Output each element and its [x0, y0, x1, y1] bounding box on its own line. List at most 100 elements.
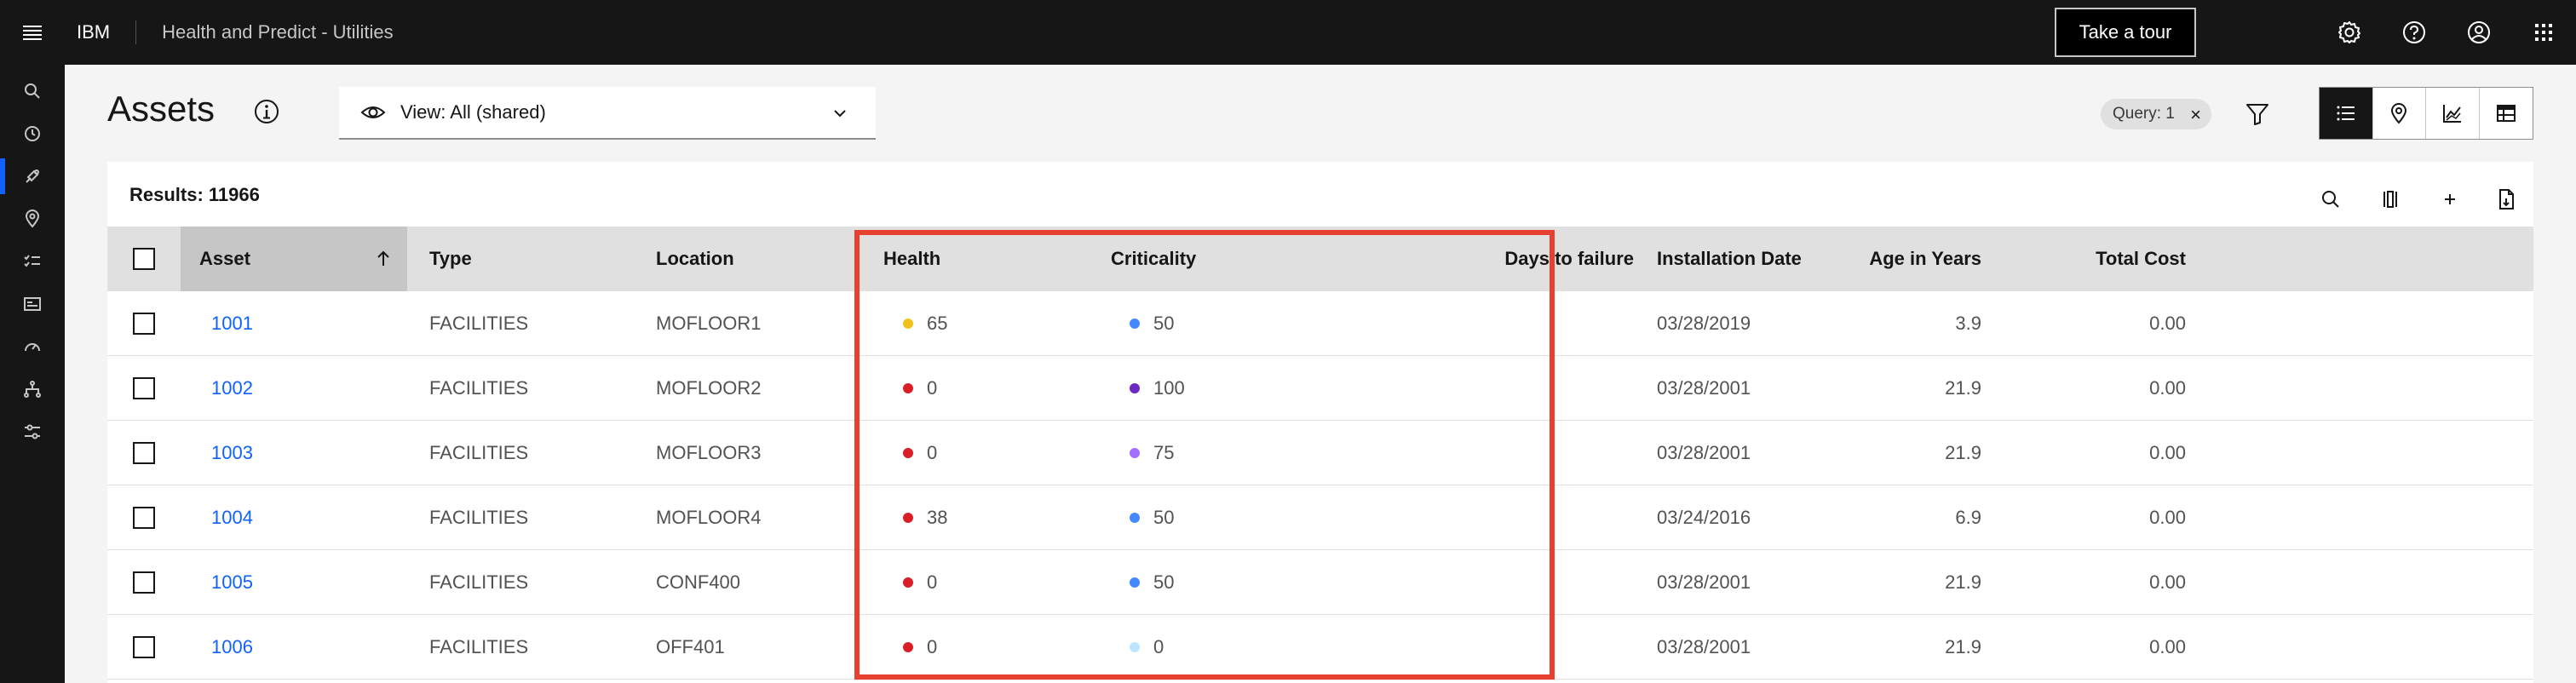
asset-link[interactable]: 1001 [211, 291, 253, 356]
cost-cell: 0.00 [2149, 571, 2186, 593]
installation-date-cell: 03/28/2001 [1657, 377, 1751, 399]
help-button[interactable] [2382, 0, 2447, 65]
nav-recent[interactable] [0, 112, 65, 155]
table-row[interactable]: 1003 FACILITIES MOFLOOR3 0 75 03/28/2001… [107, 421, 2533, 485]
list-view-button[interactable] [2320, 88, 2373, 139]
add-asset-button[interactable] [2424, 174, 2475, 225]
column-header-installation-date[interactable]: Installation Date [1570, 227, 1802, 291]
cost-cell: 0.00 [2149, 442, 2186, 463]
nav-search[interactable] [0, 70, 65, 112]
asset-link[interactable]: 1003 [211, 421, 253, 485]
nav-hierarchy[interactable] [0, 368, 65, 410]
criticality-cell: 50 [1130, 485, 1174, 550]
location-cell: CONF400 [656, 571, 741, 593]
settings-button[interactable] [2317, 0, 2382, 65]
criticality-value: 50 [1153, 313, 1175, 334]
view-dropdown[interactable]: View: All (shared) [339, 87, 876, 140]
health-cell: 0 [903, 421, 937, 485]
table-search-button[interactable] [2305, 174, 2356, 225]
criticality-value: 100 [1153, 377, 1185, 399]
help-icon [2403, 21, 2425, 43]
top-header: IBM Health and Predict - Utilities Take … [0, 0, 2576, 65]
column-asset-label: Asset [199, 248, 250, 269]
hamburger-icon [23, 26, 42, 40]
criticality-cell: 75 [1130, 421, 1174, 485]
column-header-asset[interactable]: Asset [181, 227, 407, 291]
nav-tasks[interactable] [0, 240, 65, 283]
take-tour-button[interactable]: Take a tour [2055, 8, 2196, 57]
location-cell: OFF401 [656, 636, 725, 657]
columns-icon [2383, 191, 2397, 208]
column-header-criticality[interactable]: Criticality [1111, 227, 1196, 291]
criticality-cell: 100 [1130, 356, 1185, 421]
table-row[interactable]: 1001 FACILITIES MOFLOOR1 65 50 03/28/201… [107, 291, 2533, 356]
health-cell: 0 [903, 550, 937, 615]
installation-date-cell: 03/28/2019 [1657, 313, 1751, 334]
info-icon[interactable] [252, 97, 281, 126]
table-row[interactable]: 1002 FACILITIES MOFLOOR2 0 100 03/28/200… [107, 356, 2533, 421]
table-row[interactable]: 1006 FACILITIES OFF401 0 0 03/28/2001 21… [107, 615, 2533, 680]
nav-assets[interactable] [0, 155, 65, 198]
table-header: Asset Type Location Health Criticality D… [107, 227, 2533, 291]
search-icon [2322, 191, 2339, 208]
view-dropdown-label: View: All (shared) [400, 101, 546, 123]
row-checkbox[interactable] [133, 571, 155, 594]
health-value: 0 [927, 636, 938, 657]
criticality-value: 75 [1153, 442, 1175, 463]
select-all-checkbox[interactable] [133, 248, 155, 270]
asset-link[interactable]: 1006 [211, 615, 253, 680]
history-icon [25, 126, 40, 141]
health-cell: 0 [903, 615, 937, 680]
health-value: 0 [927, 442, 938, 463]
nav-settings[interactable] [0, 410, 65, 453]
cost-cell: 0.00 [2149, 377, 2186, 399]
query-filter-tag: Query: 1 × [2101, 99, 2211, 129]
column-header-health[interactable]: Health [883, 227, 940, 291]
criticality-status-dot [1130, 383, 1140, 393]
query-tag-label: Query: 1 [2113, 105, 2175, 123]
export-button[interactable] [2481, 174, 2532, 225]
column-header-total-cost[interactable]: Total Cost [2015, 227, 2186, 291]
asset-link[interactable]: 1004 [211, 485, 253, 550]
nav-performance[interactable] [0, 325, 65, 368]
hamburger-menu-button[interactable] [0, 0, 65, 65]
asset-link[interactable]: 1002 [211, 356, 253, 421]
filter-icon[interactable] [2242, 99, 2273, 129]
row-checkbox[interactable] [133, 442, 155, 464]
column-header-type[interactable]: Type [429, 227, 472, 291]
row-checkbox[interactable] [133, 636, 155, 658]
close-icon[interactable]: × [2190, 104, 2201, 126]
column-header-location[interactable]: Location [656, 227, 734, 291]
row-checkbox[interactable] [133, 507, 155, 529]
health-status-dot [903, 319, 913, 329]
table-row[interactable]: 1005 FACILITIES CONF400 0 50 03/28/2001 … [107, 550, 2533, 615]
table-view-button[interactable] [2480, 88, 2533, 139]
nav-dashboard[interactable] [0, 283, 65, 325]
table-row[interactable]: 1004 FACILITIES MOFLOOR4 38 50 03/24/201… [107, 485, 2533, 550]
health-cell: 38 [903, 485, 947, 550]
cost-cell: 0.00 [2149, 313, 2186, 334]
map-pin-icon [2391, 103, 2407, 124]
criticality-status-dot [1130, 448, 1140, 458]
row-checkbox[interactable] [133, 313, 155, 335]
column-header-age-in-years[interactable]: Age in Years [1811, 227, 1981, 291]
location-cell: MOFLOOR2 [656, 377, 762, 399]
row-checkbox[interactable] [133, 377, 155, 399]
health-value: 38 [927, 507, 948, 528]
user-profile-button[interactable] [2447, 0, 2511, 65]
product-name: Health and Predict - Utilities [162, 21, 394, 43]
chart-view-button[interactable] [2426, 88, 2480, 139]
health-status-dot [903, 448, 913, 458]
app-switcher-button[interactable] [2511, 0, 2576, 65]
cost-cell: 0.00 [2149, 636, 2186, 657]
nav-locations[interactable] [0, 198, 65, 240]
gear-icon [2338, 21, 2360, 43]
map-view-button[interactable] [2373, 88, 2426, 139]
type-cell: FACILITIES [429, 377, 529, 399]
health-status-dot [903, 642, 913, 652]
asset-link[interactable]: 1005 [211, 550, 253, 615]
brand-logo[interactable]: IBM [77, 21, 110, 43]
column-settings-button[interactable] [2365, 174, 2416, 225]
type-cell: FACILITIES [429, 636, 529, 657]
checklist-icon [24, 255, 40, 267]
